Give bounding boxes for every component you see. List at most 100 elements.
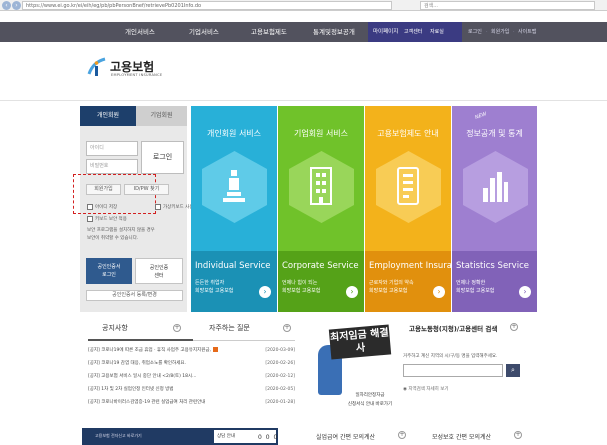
bottom-banner-label: 상담 안내 (217, 434, 235, 439)
notice-item[interactable]: [공지] 코로나바이러스감염증-19 관련 실업급여 처리 관련안내 [2020… (88, 398, 295, 408)
tile-desc-line-2: 희망보험 고용보험 (369, 288, 408, 294)
notice-item[interactable]: [공지] 코로나19 감염 대응, 취업소노를 확인하세요. [2020-02-… (88, 359, 295, 369)
building-icon (310, 167, 332, 205)
tile-title: 고용보험제도 안내 (377, 129, 439, 138)
office-search-title: 고용노동청(지청)/고용센터 검색 (409, 325, 498, 333)
tile-employment-insurance[interactable]: 고용보험제도 안내 Employment Insurance 근로자와 기업의 … (365, 106, 467, 312)
notice-title: [공지] 코로나19 감염 대응, 취업소노를 확인하세요. (88, 361, 186, 366)
tile-statistics-service[interactable]: 정보공개 및 통계 Statistics Service 언제나 정확한 희망보… (452, 106, 537, 312)
nav-statistics[interactable]: 통계및정보공개 (313, 22, 355, 42)
tab-faq[interactable]: 자주하는 질문 (209, 318, 250, 338)
cert-center-button[interactable]: 공인인증 센터 (135, 258, 183, 284)
bar-chart-icon (483, 172, 508, 202)
security-notice-2: 보안이 취약할 수 있습니다. (87, 236, 139, 241)
join-button[interactable]: 회원가입 (86, 184, 121, 195)
find-id-pw-button[interactable]: ID/PW 찾기 (124, 184, 169, 195)
tile-footer: Corporate Service 언제나 힘이 되는 희망보험 고용보험 › (278, 251, 364, 312)
maternity-calc-icon[interactable]: + (514, 431, 522, 439)
nav-data-room[interactable]: 자료실 (430, 22, 444, 42)
nav-support[interactable]: 고객센터 (404, 22, 422, 42)
tile-desc-line-2: 희망보험 고용보험 (456, 288, 495, 294)
unemployment-calc-icon[interactable]: + (398, 431, 406, 439)
notice-title: [공지] 코로나바이러스감염증-19 관련 실업급여 처리 관련안내 (88, 400, 206, 405)
person-icon (223, 170, 245, 202)
tab-personal-member[interactable]: 개인회원 (80, 106, 136, 126)
id-input[interactable]: 아이디 (86, 141, 138, 156)
office-search-desc: 거주하고 계신 지역의 시/구/동 명을 입력해주세요. (403, 354, 498, 359)
office-search-input[interactable] (403, 364, 503, 377)
tile-corporate-service[interactable]: 기업회원 서비스 Corporate Service 언제나 힘이 되는 희망보… (278, 106, 364, 312)
chevron-right-icon[interactable]: › (346, 286, 358, 298)
top-navigation: 개인서비스 기업서비스 고용보험제도 통계및정보공개 (0, 22, 607, 42)
back-icon[interactable]: ‹ (2, 1, 11, 10)
security-checkbox[interactable] (87, 216, 93, 222)
notice-item[interactable]: [공지] 1차 및 2차 실업인정 인터넷 신청 방법 [2020-02-05] (88, 385, 295, 395)
cert-register-button[interactable]: 공인인증서 등록/변경 (86, 290, 183, 301)
login-link[interactable]: 로그인 (468, 22, 482, 42)
join-link[interactable]: 회원가입 (491, 22, 509, 42)
notice-item[interactable]: [공지] 고용보험 서비스 일시 중단 안내 <2/8(토) 18시... [2… (88, 372, 295, 382)
office-map-link[interactable]: ◉ 지역검색 자세히 보기 (403, 386, 448, 392)
nav-insurance-system[interactable]: 고용보험제도 (251, 22, 287, 42)
mypage-bar: 마이페이지 고객센터 자료실 (368, 22, 462, 42)
sitemap-link[interactable]: 사이트맵 (518, 22, 536, 42)
office-more-icon[interactable]: + (510, 323, 518, 331)
min-wage-title: 최저임금 해결사 (328, 324, 392, 360)
tile-footer: Statistics Service 언제나 정확한 희망보험 고용보험 › (452, 251, 537, 312)
maternity-calc-link[interactable]: 모성보호 간편 모의계산 (432, 432, 491, 441)
cert-center-label-1: 공인인증 (149, 265, 169, 271)
bottom-banner-number: 0 0 0 (258, 434, 279, 441)
address-bar[interactable]: https://www.ei.go.kr/ei/eih/eg/pb/pbPers… (22, 1, 392, 10)
notice-date: [2020-01-28] (265, 400, 295, 405)
notice-date: [2020-02-26] (265, 361, 295, 366)
tile-desc-line-1: 든든한 취업자 (195, 280, 225, 286)
notice-more-icon[interactable]: + (173, 324, 181, 332)
virtual-keyboard-label: 가상키보드 사용 (163, 205, 194, 210)
tile-desc-line-2: 희망보험 고용보험 (282, 288, 321, 294)
cert-center-label-2: 센터 (154, 273, 164, 279)
chevron-right-icon[interactable]: › (259, 286, 271, 298)
tile-desc-line-1: 근로자와 기업의 약속 (369, 280, 414, 286)
logo-icon[interactable] (87, 56, 107, 78)
tile-desc-line-1: 언제나 힘이 되는 (282, 280, 318, 286)
login-button[interactable]: 로그인 (141, 141, 184, 174)
tile-title: 정보공개 및 통계 (466, 129, 523, 138)
unemployment-calc-link[interactable]: 실업급여 간편 모의계산 (316, 432, 375, 441)
notice-item[interactable]: [공지] 코로나19에 따른 조금 휴업 · 휴직 사업주 고용유지지원금, [… (88, 346, 295, 356)
tile-footer: Individual Service 든든한 취업자 희망보험 고용보험 › (191, 251, 277, 312)
virtual-keyboard-checkbox[interactable] (155, 204, 161, 210)
nav-mypage[interactable]: 마이페이지 (373, 22, 398, 42)
notice-title: [공지] 고용보험 서비스 일시 중단 안내 <2/8(토) 18시... (88, 374, 197, 379)
tile-title: 기업회원 서비스 (293, 129, 349, 138)
password-input[interactable]: 비밀번호 (86, 159, 138, 174)
notice-date: [2020-02-05] (265, 387, 295, 392)
nav-personal-service[interactable]: 개인서비스 (125, 22, 155, 42)
browser-search-input[interactable]: 검색... (420, 1, 595, 10)
faq-more-icon[interactable]: + (283, 324, 291, 332)
notice-title: [공지] 1차 및 2차 실업인정 인터넷 신청 방법 (88, 387, 174, 392)
new-icon (212, 347, 218, 352)
document-icon (397, 167, 419, 205)
cert-login-label-2: 로그인 (102, 272, 116, 278)
tile-description: 든든한 취업자 희망보험 고용보험 (195, 279, 233, 295)
logo-subtitle: EMPLOYMENT INSURANCE (111, 73, 163, 77)
security-notice-1: 보안 프로그램을 설치하지 않을 경우 (87, 228, 155, 233)
chevron-right-icon[interactable]: › (433, 286, 445, 298)
save-id-label: 아이디 저장 (95, 205, 118, 210)
tab-notice[interactable]: 공지사항 (102, 318, 128, 338)
notice-tab-underline (88, 339, 193, 341)
search-icon[interactable]: ⌕ (506, 364, 520, 377)
save-id-checkbox[interactable] (87, 204, 93, 210)
cert-login-button[interactable]: 공인인증서 로그인 (86, 258, 132, 284)
forward-icon[interactable]: › (12, 1, 21, 10)
chevron-right-icon[interactable]: › (519, 286, 531, 298)
nav-corporate-service[interactable]: 기업서비스 (189, 22, 219, 42)
min-wage-line-2[interactable]: 신청서식 안내 바로가기 (340, 401, 400, 407)
tile-desc-line-2: 희망보험 고용보험 (195, 288, 234, 294)
tab-corporate-member[interactable]: 기업회원 (136, 106, 187, 126)
cert-login-label-1: 공인인증서 (97, 264, 121, 270)
tile-footer: Employment Insurance 근로자와 기업의 약속 희망보험 고용… (365, 251, 467, 312)
tile-english: Statistics Service (456, 261, 529, 271)
tile-individual-service[interactable]: 개인회원 서비스 Individual Service 든든한 취업자 희망보험… (191, 106, 277, 312)
tile-description: 근로자와 기업의 약속 희망보험 고용보험 (369, 279, 414, 295)
